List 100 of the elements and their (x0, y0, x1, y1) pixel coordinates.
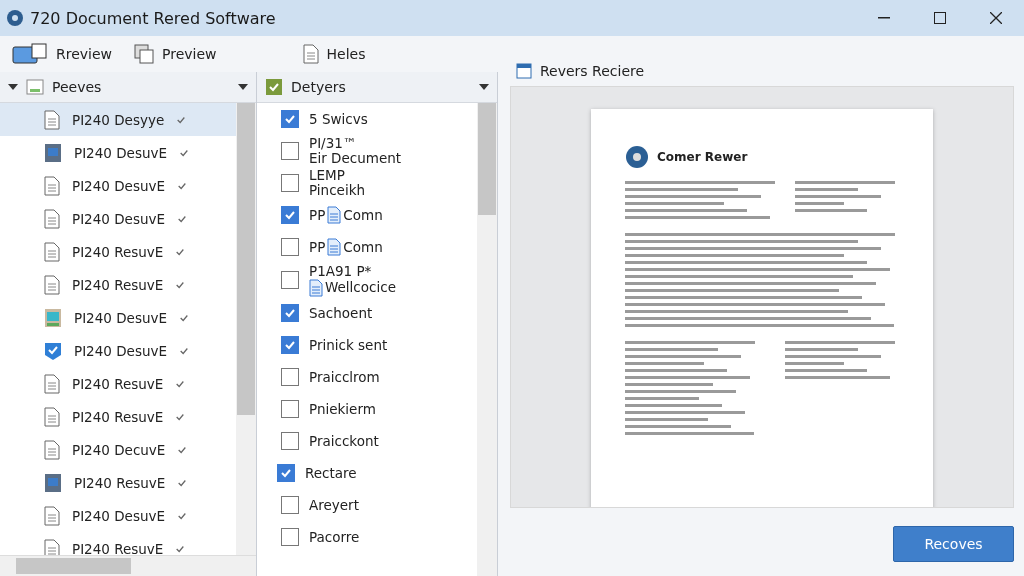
checkbox[interactable] (281, 271, 299, 289)
file-name: PI240 Desyye (72, 111, 165, 128)
checkbox[interactable] (281, 400, 299, 418)
checkbox[interactable] (281, 528, 299, 546)
checkbox[interactable] (281, 206, 299, 224)
checkbox[interactable] (281, 496, 299, 514)
toolbar-button[interactable]: Rreview (8, 41, 117, 67)
file-name: PI240 DesuvE (72, 507, 165, 524)
type-label: PP (309, 239, 326, 255)
type-sublabel: Pinceikh (309, 183, 365, 198)
file-name: PI240 DesuvE (72, 210, 165, 227)
file-item[interactable]: PI240 DesuvE (0, 169, 236, 202)
dropdown-caret-icon[interactable] (479, 84, 489, 90)
windows-icon (134, 44, 155, 64)
file-item[interactable]: PI240 ResuvE (0, 268, 236, 301)
check-icon (179, 345, 189, 356)
document-icon (44, 274, 60, 295)
checkbox[interactable] (281, 304, 299, 322)
folder-check-icon (265, 78, 283, 96)
check-icon (179, 312, 189, 323)
preview-title: Revers Reciere (540, 63, 646, 79)
file-item[interactable]: PI240 Desyye (0, 103, 236, 136)
panel-title: Detyers (291, 79, 347, 95)
type-label: Pacorre (309, 529, 360, 545)
document-icon (44, 241, 60, 262)
file-item[interactable]: PI240 ResuvE (0, 466, 236, 499)
document-icon (44, 406, 60, 427)
file-item[interactable]: PI240 DesuvE (0, 202, 236, 235)
document-icon (44, 439, 60, 460)
type-label: PP (309, 207, 326, 223)
scanner-icon (12, 43, 48, 65)
minimize-icon (878, 17, 890, 19)
checkbox[interactable] (281, 432, 299, 450)
type-label: Sachoent (309, 305, 373, 321)
type-label: P1A91 P* (309, 263, 373, 279)
type-sublabel: Wellcocice (325, 280, 396, 295)
file-name: PI240 ResuvE (72, 276, 164, 293)
file-name: PI240 DesuvE (74, 342, 167, 359)
vertical-scrollbar[interactable] (236, 103, 256, 555)
type-label: Pniekierm (309, 401, 376, 417)
checkbox[interactable] (281, 368, 299, 386)
type-sublabel: Eir Decument (309, 151, 402, 166)
document-icon (44, 373, 60, 394)
checkbox[interactable] (281, 174, 299, 192)
document-icon (44, 109, 60, 130)
check-icon (284, 307, 296, 319)
type-label: Rectare (305, 465, 357, 481)
file-item[interactable]: PI240 DesuvE (0, 301, 236, 334)
file-name: PI240 DecuvE (72, 441, 166, 458)
checkbox[interactable] (281, 336, 299, 354)
file-item[interactable]: PI240 DesuvE (0, 499, 236, 532)
document-icon (302, 44, 319, 64)
dropdown-caret-icon[interactable] (238, 84, 248, 90)
file-name: PI240 ResuvE (72, 540, 164, 555)
checkbox[interactable] (281, 142, 299, 160)
window-title: 720 Document Rered Software (30, 8, 277, 28)
file-name: PI240 DesuvE (74, 144, 167, 161)
document-icon (327, 206, 342, 224)
maximize-icon (934, 12, 946, 24)
file-item[interactable]: PI240 ResuvE (0, 400, 236, 433)
checkbox[interactable] (281, 238, 299, 256)
type-label: Prinick sent (309, 337, 388, 353)
file-item[interactable]: PI240 DesuvE (0, 136, 236, 169)
type-label: 5 Swicvs (309, 111, 368, 127)
check-icon (177, 180, 187, 191)
file-name: PI240 DesuvE (74, 309, 167, 326)
type-label: PI/31™ (309, 136, 358, 151)
type-label: LEMP (309, 168, 346, 183)
application-icon (44, 142, 62, 163)
dropdown-caret-icon[interactable] (8, 84, 18, 90)
type-label: Praicclrom (309, 369, 380, 385)
check-icon (284, 339, 296, 351)
toolbar-button[interactable]: Heles (298, 42, 370, 66)
file-item[interactable]: PI240 DecuvE (0, 433, 236, 466)
file-name: PI240 ResuvE (72, 375, 164, 392)
file-name: PI240 ResuvE (72, 243, 164, 260)
check-icon (176, 114, 187, 125)
file-name: PI240 DesuvE (72, 177, 165, 194)
checkbox[interactable] (281, 110, 299, 128)
recover-button[interactable]: Recoves (893, 526, 1014, 562)
toolbar-button[interactable]: Preview (130, 42, 221, 66)
check-icon (179, 147, 189, 158)
file-name: PI240 ResuvE (72, 408, 164, 425)
application-icon (44, 472, 62, 493)
list-icon (26, 79, 44, 95)
vertical-scrollbar[interactable] (477, 103, 497, 576)
check-icon (175, 543, 186, 554)
check-icon (177, 510, 187, 521)
file-item[interactable]: PI240 ResuvE (0, 235, 236, 268)
file-item[interactable]: PI240 DesuvE (0, 334, 236, 367)
horizontal-scrollbar[interactable] (0, 555, 256, 576)
document-icon (327, 238, 342, 256)
file-name: PI240 ResuvE (74, 474, 166, 491)
checkbox[interactable] (277, 464, 295, 482)
document-icon (44, 505, 60, 526)
type-sublabel: Comn (343, 207, 383, 223)
check-icon (175, 378, 186, 389)
type-sublabel: Comn (343, 239, 383, 255)
document-icon (309, 278, 323, 297)
file-item[interactable]: PI240 ResuvE (0, 367, 236, 400)
